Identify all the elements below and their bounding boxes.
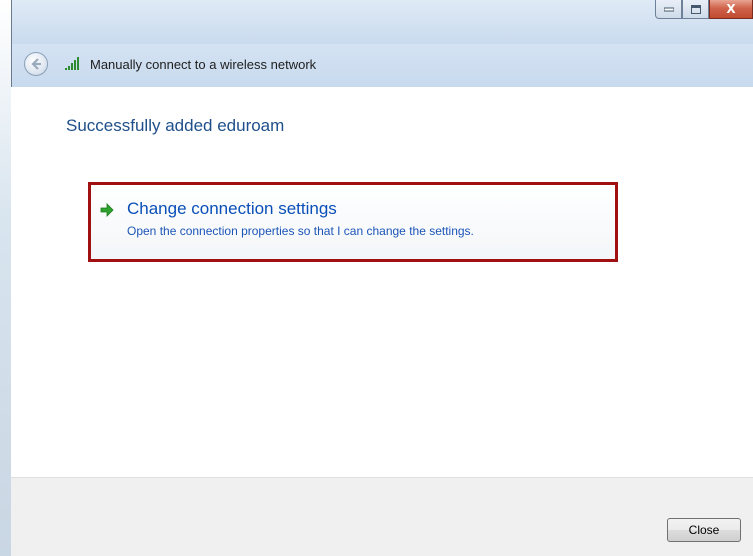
window-controls: X — [655, 0, 753, 20]
close-icon: X — [726, 2, 736, 16]
back-button[interactable] — [24, 52, 48, 76]
close-button[interactable]: Close — [667, 518, 741, 542]
maximize-button[interactable] — [682, 0, 709, 19]
change-connection-settings-link[interactable]: Change connection settings Open the conn… — [88, 182, 618, 262]
minimize-button[interactable] — [655, 0, 682, 19]
nav-bar: Manually connect to a wireless network — [12, 44, 753, 87]
command-link-title: Change connection settings — [127, 199, 337, 218]
close-window-button[interactable]: X — [709, 0, 753, 19]
dialog-footer: Close — [11, 477, 753, 556]
command-link-description: Open the connection properties so that I… — [127, 224, 474, 238]
dialog-content: Successfully added eduroam Change connec… — [11, 87, 753, 477]
back-arrow-icon — [31, 58, 41, 70]
maximize-icon — [690, 4, 701, 14]
desktop-background — [0, 0, 11, 556]
wireless-signal-icon — [65, 57, 79, 70]
green-arrow-icon — [100, 203, 114, 217]
page-heading: Successfully added eduroam — [66, 116, 285, 135]
dialog-title: Manually connect to a wireless network — [90, 57, 317, 72]
minimize-icon — [663, 7, 674, 12]
title-bar: X — [12, 0, 753, 44]
